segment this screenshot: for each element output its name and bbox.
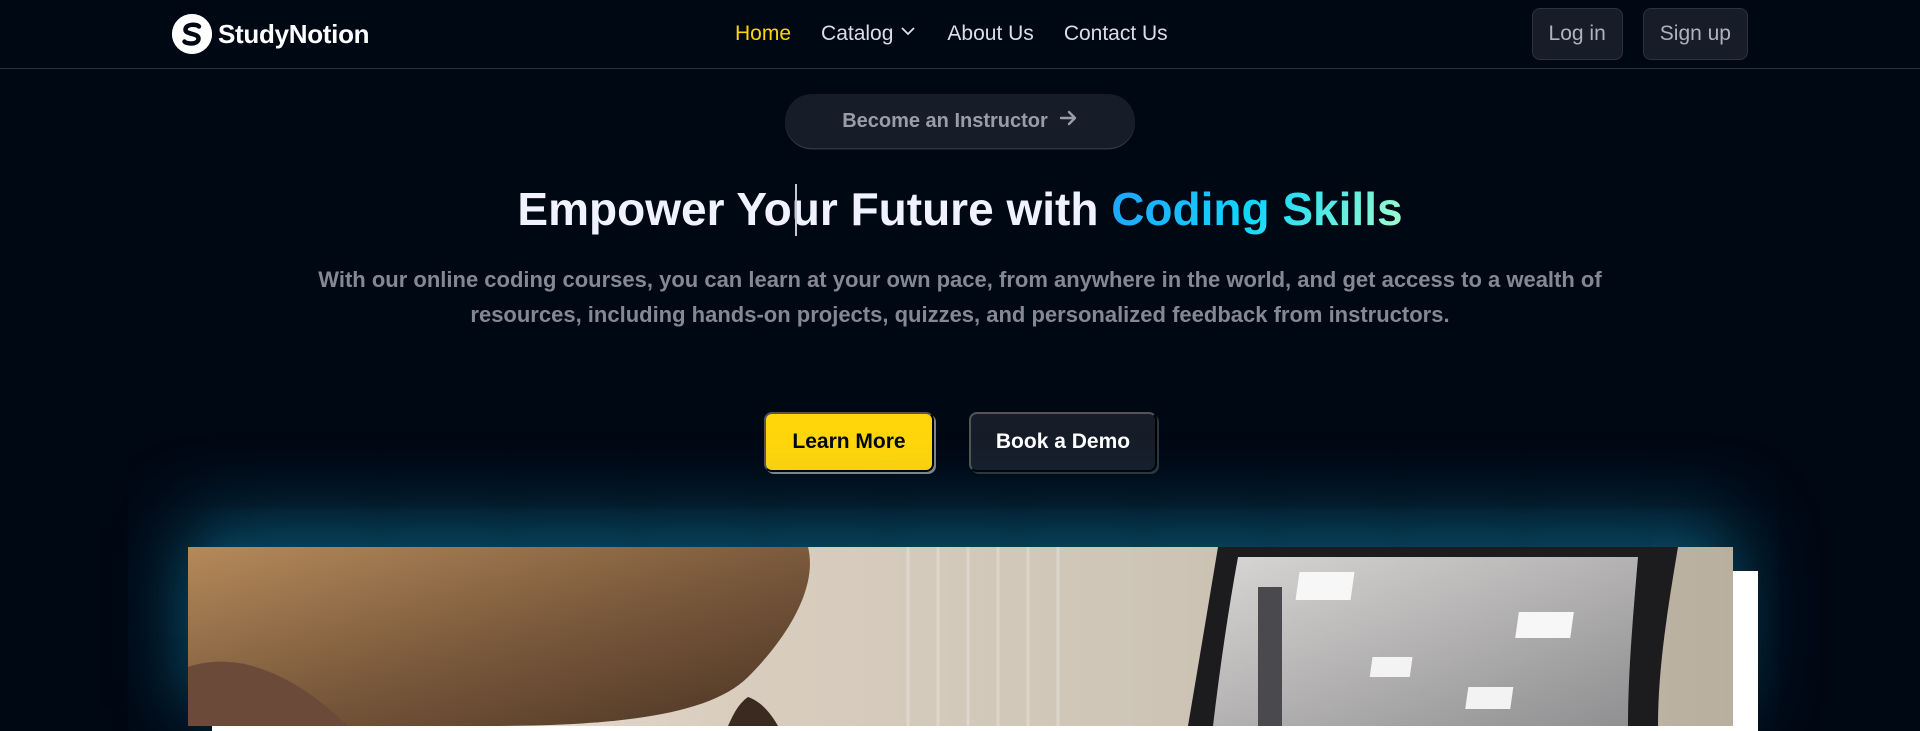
chevron-down-icon (899, 22, 917, 46)
navbar: StudyNotion Home Catalog About Us Contac… (0, 0, 1920, 69)
become-instructor-button[interactable]: Become an Instructor (785, 94, 1135, 148)
hero-video[interactable] (188, 547, 1733, 726)
nav-links: Home Catalog About Us Contact Us (735, 20, 1168, 48)
nav-link-catalog-label: Catalog (821, 22, 894, 45)
text-cursor (795, 184, 797, 236)
login-button[interactable]: Log in (1531, 8, 1623, 60)
become-instructor-label: Become an Instructor (842, 109, 1048, 132)
brand-name: StudyNotion (218, 18, 370, 49)
nav-link-catalog[interactable]: Catalog (821, 22, 917, 46)
arrow-right-icon (1058, 108, 1078, 134)
nav-link-contact[interactable]: Contact Us (1064, 22, 1168, 46)
hero-title-highlight: Coding Skills (1111, 183, 1403, 235)
learn-more-button[interactable]: Learn More (764, 412, 934, 472)
auth-buttons: Log in Sign up (1531, 8, 1748, 60)
hero-subtitle: With our online coding courses, you can … (318, 267, 1602, 327)
logo-s-icon (172, 14, 212, 54)
hero-title: Empower Your Future with Coding Skills (0, 182, 1920, 236)
signup-button[interactable]: Sign up (1642, 8, 1748, 60)
nav-link-about[interactable]: About Us (947, 22, 1033, 46)
nav-link-home[interactable]: Home (735, 22, 791, 46)
hero-video-image (188, 547, 1733, 726)
hero-title-text: Empower Your Future with (517, 183, 1112, 235)
logo[interactable]: StudyNotion (172, 13, 370, 55)
book-demo-button[interactable]: Book a Demo (969, 412, 1157, 472)
